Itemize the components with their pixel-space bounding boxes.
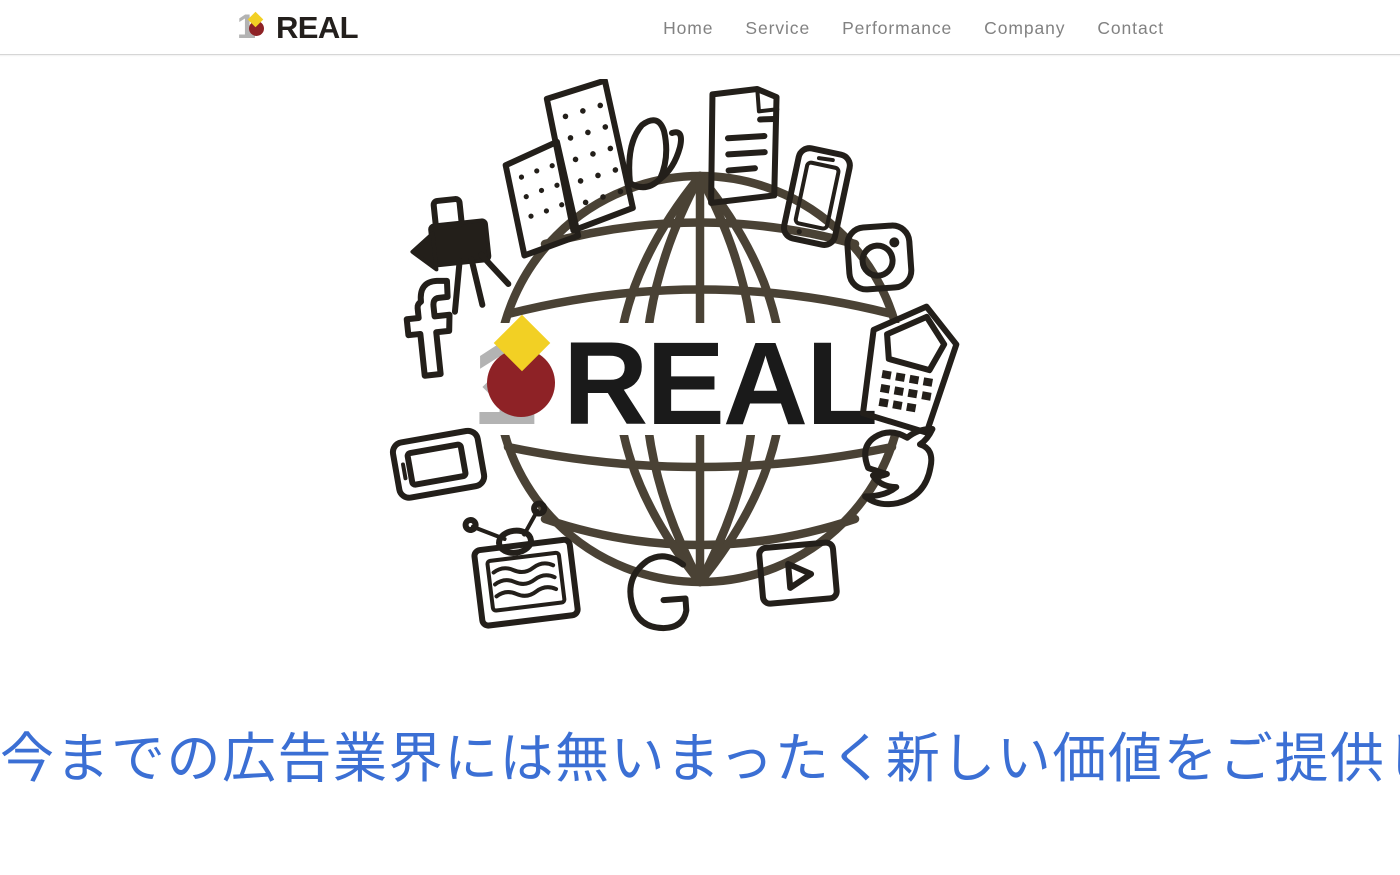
hero-illustration: .ink { fill:none; stroke:#2b2620; stroke…	[380, 79, 1020, 679]
nav-link-company[interactable]: Company	[968, 0, 1081, 57]
hero-tagline: 今までの広告業界には無いまったく新しい価値をご提供します。	[0, 727, 1400, 791]
site-header: 1 REAL Home Service Performance Company …	[0, 0, 1400, 57]
hero-logo-wordmark: REAL	[563, 318, 876, 450]
facebook-icon	[403, 277, 453, 379]
nav-link-service[interactable]: Service	[729, 0, 826, 57]
nav-link-performance[interactable]: Performance	[826, 0, 968, 57]
nav-link-contact[interactable]: Contact	[1081, 0, 1180, 57]
g-letter-icon	[627, 553, 690, 632]
brand-logo-link[interactable]: 1 REAL	[237, 10, 359, 45]
hero-section: .ink { fill:none; stroke:#2b2620; stroke…	[0, 57, 1400, 875]
twitter-bird-icon	[862, 426, 936, 508]
document-icon	[708, 86, 780, 206]
header-divider	[0, 54, 1400, 55]
nav-link-home[interactable]: Home	[647, 0, 729, 57]
main-navigation: Home Service Performance Company Contact	[647, 0, 1180, 57]
hero-globe-illustration-svg: .ink { fill:none; stroke:#2b2620; stroke…	[389, 79, 960, 632]
brand-wordmark: REAL	[276, 10, 359, 45]
retro-tv-icon	[462, 500, 581, 629]
brand-logo-mark: 1	[237, 10, 275, 44]
